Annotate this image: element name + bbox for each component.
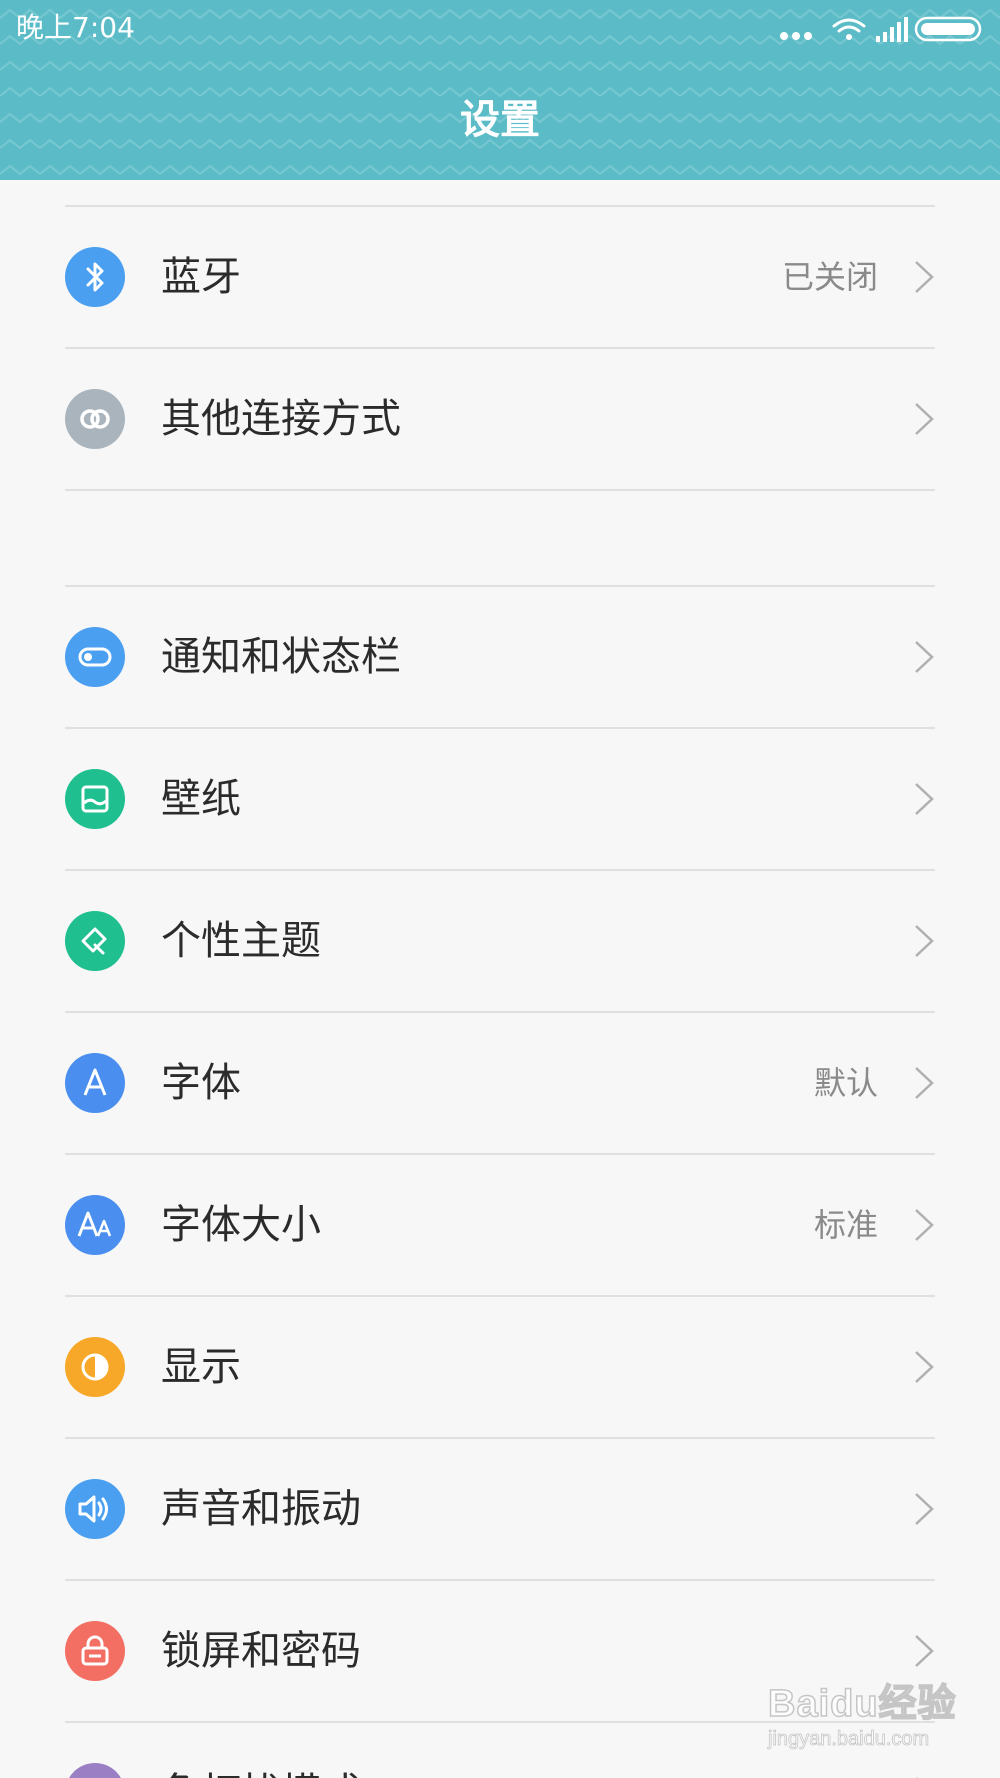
- chevron-right-icon: [915, 403, 934, 435]
- setting-value: 标准: [813, 1206, 878, 1244]
- link-icon: [65, 389, 125, 449]
- chevron-right-icon: [915, 1067, 934, 1099]
- app-header: 晚上7:04 设置: [0, 0, 1000, 180]
- battery-icon: [914, 16, 982, 42]
- setting-label: 字体大小: [161, 1202, 321, 1248]
- display-icon: [65, 1337, 125, 1397]
- setting-row-themes[interactable]: 个性主题: [0, 871, 1000, 1011]
- brush-icon: [65, 911, 125, 971]
- bluetooth-icon: [65, 247, 125, 307]
- setting-label: 个性主题: [161, 918, 321, 964]
- setting-row-font-size[interactable]: 字体大小 标准: [0, 1155, 1000, 1295]
- divider: [65, 489, 935, 491]
- chevron-right-icon: [915, 1351, 934, 1383]
- setting-row-other-connections[interactable]: 其他连接方式: [0, 349, 1000, 489]
- toggle-icon: [65, 627, 125, 687]
- chevron-right-icon: [915, 783, 934, 815]
- chevron-right-icon: [915, 1209, 934, 1241]
- setting-value: 默认: [813, 1064, 878, 1102]
- more-dots-icon: [780, 32, 812, 40]
- page-title: 设置: [460, 97, 540, 143]
- setting-label: 壁纸: [161, 776, 241, 822]
- setting-row-display[interactable]: 显示: [0, 1297, 1000, 1437]
- font-size-icon: [65, 1195, 125, 1255]
- speaker-icon: [65, 1479, 125, 1539]
- setting-label: 其他连接方式: [161, 396, 401, 442]
- setting-row-sound[interactable]: 声音和振动: [0, 1439, 1000, 1579]
- font-icon: [65, 1053, 125, 1113]
- setting-label: 字体: [161, 1060, 241, 1106]
- status-icons: [780, 16, 982, 42]
- setting-row-bluetooth[interactable]: 蓝牙 已关闭: [0, 207, 1000, 347]
- setting-row-font[interactable]: 字体 默认: [0, 1013, 1000, 1153]
- chevron-right-icon: [915, 641, 934, 673]
- chevron-right-icon: [915, 1493, 934, 1525]
- chevron-right-icon: [915, 1635, 934, 1667]
- wallpaper-icon: [65, 769, 125, 829]
- setting-row-notifications[interactable]: 通知和状态栏: [0, 587, 1000, 727]
- watermark-url: jingyan.baidu.com: [768, 1728, 930, 1751]
- chevron-right-icon: [915, 261, 934, 293]
- status-time: 晚上7:04: [16, 11, 135, 44]
- setting-label: 锁屏和密码: [161, 1628, 361, 1674]
- baidu-watermark: Baidu经验 jingyan.baidu.com: [760, 1670, 990, 1760]
- signal-icon: [876, 17, 908, 42]
- setting-label: 显示: [161, 1344, 241, 1390]
- setting-label: 蓝牙: [161, 254, 241, 300]
- wifi-icon: [832, 18, 866, 40]
- watermark-logo: Baidu经验: [767, 1682, 957, 1726]
- setting-label: 通知和状态栏: [161, 634, 401, 680]
- setting-label: 免打扰模式: [161, 1768, 361, 1778]
- lock-icon: [65, 1621, 125, 1681]
- setting-label: 声音和振动: [161, 1486, 361, 1532]
- chevron-right-icon: [915, 925, 934, 957]
- moon-icon: [65, 1763, 125, 1778]
- setting-value: 已关闭: [781, 258, 878, 296]
- setting-row-wallpaper[interactable]: 壁纸: [0, 729, 1000, 869]
- status-bar: 晚上7:04: [0, 0, 1000, 56]
